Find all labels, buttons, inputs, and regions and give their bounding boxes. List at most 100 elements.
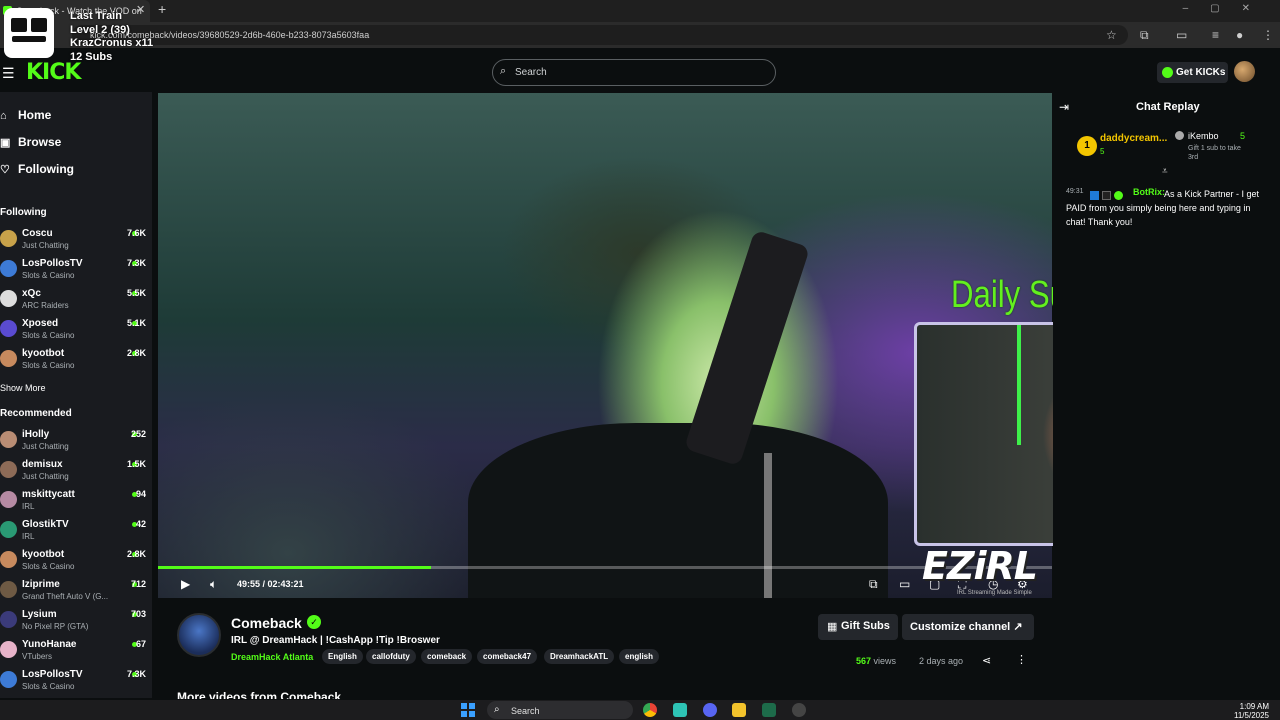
channel-category: IRL [22, 532, 35, 541]
channel-avatar [0, 491, 17, 508]
view-count: 567 views [856, 656, 896, 666]
channel-name: mskittycatt [22, 489, 75, 500]
channel-name: Coscu [22, 228, 53, 239]
sidebar-channel[interactable]: mskittycatt IRL 94 [0, 488, 152, 518]
channel-avatar [0, 431, 17, 448]
chat-username[interactable]: BotRix: [1133, 187, 1165, 197]
discord-app-icon[interactable] [703, 703, 717, 717]
browser-menu-icon[interactable]: ⋮ [1262, 28, 1274, 42]
channel-name: LosPollosTV [22, 669, 83, 680]
leaderboard-count: 5 [1100, 147, 1105, 156]
menu-icon[interactable]: ☰ [2, 65, 15, 82]
search-placeholder: Search [515, 67, 547, 78]
obs-app-icon[interactable] [792, 703, 806, 717]
sidebar-channel[interactable]: XposedSlots & Casino5.1K [0, 317, 152, 347]
channel-name: GlostikTV [22, 519, 69, 530]
sidebar-channel[interactable]: Lysium No Pixel RP (GTA) 703 [0, 608, 152, 638]
channel-avatar [0, 461, 17, 478]
tag[interactable]: callofduty [366, 649, 416, 664]
sidebar-channel[interactable]: GlostikTV IRL 42 [0, 518, 152, 548]
taskbar [0, 700, 1280, 720]
sidebar-channel[interactable]: LosPollosTVSlots & Casino7.3K [0, 668, 152, 698]
sidebar-channel[interactable]: kyootbotSlots & Casino2.8K [0, 347, 152, 377]
theater-icon[interactable]: ▭ [899, 577, 910, 591]
share-icon[interactable]: ⋖ [982, 654, 991, 667]
home-icon: ⌂ [0, 110, 7, 122]
leaderboard-name[interactable]: daddycream... [1100, 133, 1167, 144]
channel-name[interactable]: Comeback [231, 615, 302, 631]
nav-following-label: Following [18, 162, 74, 176]
sidebar-channel[interactable]: CoscuJust Chatting7.6K [0, 227, 152, 257]
show-more-link[interactable]: Show More [0, 383, 46, 393]
channel-category: Slots & Casino [22, 562, 75, 571]
tag[interactable]: comeback47 [477, 649, 538, 664]
nav-following[interactable]: ♡ Following [0, 162, 74, 176]
browse-icon: ▣ [0, 137, 11, 149]
more-options-icon[interactable]: ⋮ [1016, 653, 1027, 666]
webcam-led-strip [1017, 325, 1021, 445]
verified-icon: ✓ [307, 615, 321, 629]
chrome-app-icon[interactable] [643, 703, 657, 717]
video-frame-lanyard [764, 453, 772, 598]
window-controls[interactable]: –▢✕ [1183, 3, 1272, 14]
nav-browse-label: Browse [18, 135, 62, 149]
new-tab-icon[interactable]: + [158, 1, 166, 17]
file-explorer-icon[interactable] [732, 703, 746, 717]
chat-timestamp: 49:31 [1066, 188, 1084, 195]
clock-time: 1:09 AM [1239, 702, 1269, 711]
leaderboard-user-icon [1175, 131, 1184, 140]
sidebar-channel[interactable]: Iziprime Grand Theft Auto V (G... 712 [0, 578, 152, 608]
taskbar-search[interactable] [487, 701, 633, 719]
nav-browse[interactable]: ▣ Browse [0, 135, 61, 149]
gift-icon: ▦ [827, 621, 838, 633]
more-videos-heading: More videos from Comeback [177, 690, 342, 699]
user-avatar[interactable] [1234, 61, 1255, 82]
tag[interactable]: english [619, 649, 660, 664]
channel-avatar[interactable] [177, 613, 221, 657]
channel-avatar [0, 260, 17, 277]
channel-avatar [0, 551, 17, 568]
profile-icon[interactable]: ● [1236, 28, 1243, 42]
train-overlay-text: Last Train Level 2 (39) KrazCronus x11 1… [70, 10, 153, 64]
train-icon [4, 8, 54, 58]
sidebar-channel[interactable]: LosPollosTVSlots & Casino7.3K [0, 257, 152, 287]
sidebar-channel[interactable]: iHolly Just Chatting 252 [0, 428, 152, 458]
sidebar-channel[interactable]: kyootbotSlots & Casino2.8K [0, 548, 152, 578]
teams-app-icon[interactable] [673, 703, 687, 717]
progress-bar[interactable] [158, 566, 1052, 569]
tag[interactable]: comeback [421, 649, 473, 664]
bookmark-star-icon[interactable]: ☆ [1106, 28, 1117, 42]
pip-icon[interactable]: ⧉ [869, 577, 878, 592]
verified-badge-icon [1114, 191, 1123, 200]
customize-channel-button[interactable]: Customize channel ↗ [902, 614, 1034, 640]
channel-name: LosPollosTV [22, 258, 83, 269]
leaderboard-name[interactable]: iKembo [1188, 131, 1219, 141]
channel-category: Slots & Casino [22, 361, 75, 370]
sidebar-channel[interactable]: demisuxJust Chatting1.5K [0, 458, 152, 488]
play-icon[interactable]: ▶ [181, 577, 190, 591]
rank-badge: 1 [1077, 136, 1097, 156]
gift-sub-note: Gift 1 sub to take 3rd [1188, 145, 1241, 161]
extensions-icon[interactable]: ⧉ [1140, 28, 1149, 43]
sidebar-channel[interactable]: xQcARC Raiders5.5K [0, 287, 152, 317]
media-icon[interactable]: ≡ [1212, 28, 1219, 42]
expand-leaderboard-icon[interactable]: ⩡ [1162, 166, 1168, 177]
cast-icon[interactable]: ▭ [1176, 28, 1187, 42]
channel-name: Lysium [22, 609, 57, 620]
nav-home[interactable]: ⌂ Home [0, 108, 51, 122]
tag[interactable]: DreamhackATL [544, 649, 615, 664]
gift-subs-label: Gift Subs [841, 620, 890, 632]
volume-icon[interactable]: 🔈︎ [210, 577, 217, 592]
tag[interactable]: English [322, 649, 363, 664]
channel-avatar [0, 350, 17, 367]
channel-category: Just Chatting [22, 241, 69, 250]
category-link[interactable]: DreamHack Atlanta [231, 652, 313, 662]
sidebar-channel[interactable]: YunoHanae VTubers 67 [0, 638, 152, 668]
channel-avatar [0, 611, 17, 628]
excel-app-icon[interactable] [762, 703, 776, 717]
collapse-chat-icon[interactable]: ⇥ [1059, 100, 1069, 114]
stream-title: IRL @ DreamHack | !CashApp !Tip !Broswer [231, 635, 440, 646]
channel-avatar [0, 641, 17, 658]
windows-start-icon[interactable] [461, 703, 475, 717]
channel-name: kyootbot [22, 549, 65, 560]
